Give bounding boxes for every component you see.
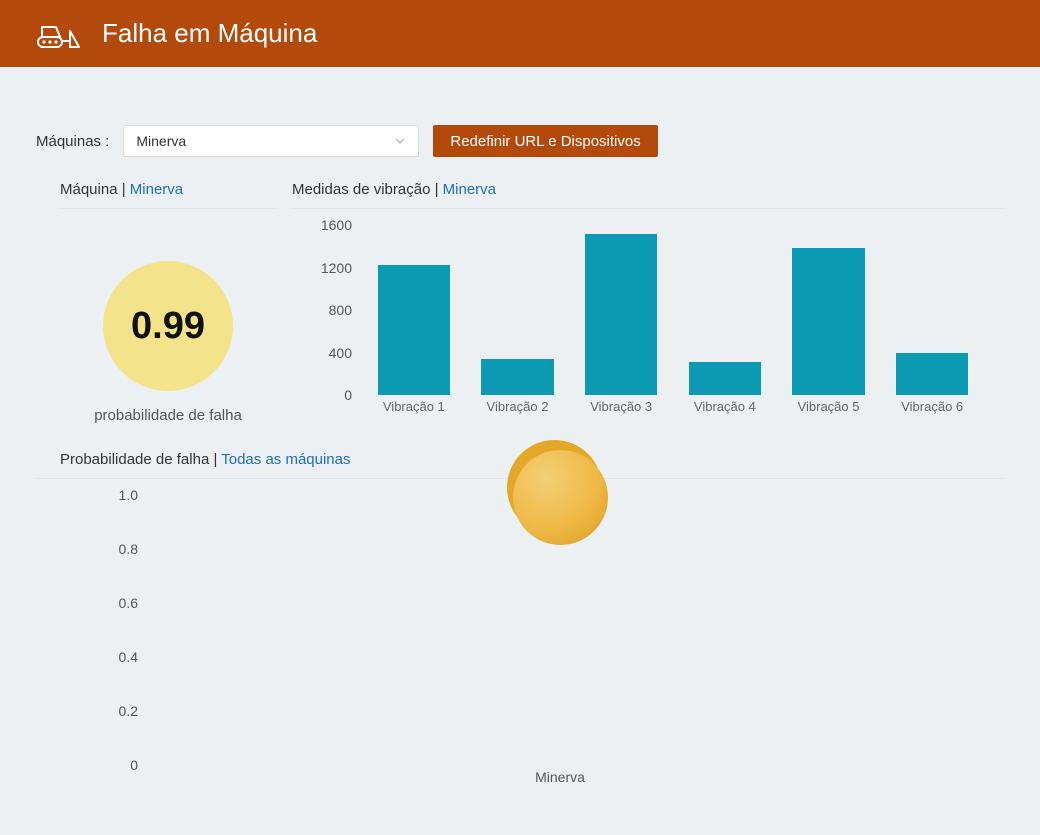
bubble-ytick: 0.4: [119, 649, 138, 665]
vibration-panel-title: Medidas de vibração | Minerva: [292, 181, 1004, 198]
bar-xlabel: Vibração 1: [362, 399, 466, 425]
failure-probability-caption: probabilidade de falha: [94, 407, 242, 424]
bar: [792, 248, 865, 395]
bar: [896, 353, 969, 396]
bar-slot: [777, 225, 881, 395]
bar-xlabel: Vibração 3: [569, 399, 673, 425]
machine-panel-title-accent: Minerva: [130, 181, 183, 198]
machines-select[interactable]: Minerva: [123, 125, 419, 157]
bar-xlabel: Vibração 6: [880, 399, 984, 425]
bar-ytick: 0: [344, 387, 352, 403]
filter-bar: Máquinas : Minerva Redefinir URL e Dispo…: [36, 125, 1004, 157]
bubble-xlabel: Minerva: [156, 769, 964, 795]
failure-probability-value: 0.99: [131, 305, 205, 348]
bar: [481, 359, 554, 395]
vibration-panel: Medidas de vibração | Minerva 0 400 800 120…: [292, 181, 1004, 425]
bar-slot: [466, 225, 570, 395]
chevron-down-icon: [394, 135, 406, 147]
bubble-point: [513, 450, 608, 545]
vibration-panel-title-prefix: Medidas de vibração |: [292, 181, 443, 198]
bar-slot: [880, 225, 984, 395]
bar-ytick: 1200: [321, 260, 352, 276]
machine-panel-title-prefix: Máquina |: [60, 181, 130, 198]
page-title: Falha em Máquina: [102, 18, 317, 49]
bar-slot: [362, 225, 466, 395]
bubble-ytick: 1.0: [119, 487, 138, 503]
bar-slot: [673, 225, 777, 395]
machines-select-value: Minerva: [136, 133, 186, 149]
all-machines-panel: Probabilidade de falha | Todas as máquin…: [36, 451, 1004, 795]
machines-label: Máquinas :: [36, 133, 109, 150]
bar-xlabel: Vibração 5: [777, 399, 881, 425]
all-machines-title-prefix: Probabilidade de falha |: [60, 451, 221, 468]
bubble-ytick: 0.2: [119, 703, 138, 719]
bar: [378, 265, 451, 395]
bar: [689, 362, 762, 395]
bar-ytick: 1600: [321, 217, 352, 233]
all-machines-bubble-chart: 00.20.40.60.81.0 Minerva: [36, 495, 1004, 795]
app-header: Falha em Máquina: [0, 0, 1040, 67]
bar-ytick: 400: [329, 345, 352, 361]
bar-xlabel: Vibração 2: [466, 399, 570, 425]
vibration-bar-chart: 040080012001600 Vibração 1Vibração 2Vibr…: [292, 225, 1004, 425]
bubble-ytick: 0.8: [119, 541, 138, 557]
machine-panel-title: Máquina | Minerva: [60, 181, 276, 198]
all-machines-title-accent: Todas as máquinas: [221, 451, 350, 468]
bar-xlabel: Vibração 4: [673, 399, 777, 425]
failure-probability-gauge: 0.99: [103, 261, 233, 391]
bar-slot: [569, 225, 673, 395]
bulldozer-icon: [36, 17, 80, 51]
vibration-panel-title-accent: Minerva: [443, 181, 496, 198]
reset-url-devices-button[interactable]: Redefinir URL e Dispositivos: [433, 125, 657, 157]
machine-panel: Máquina | Minerva 0.99 probabilidade de …: [36, 181, 276, 424]
bubble-ytick: 0.6: [119, 595, 138, 611]
bar-ytick: 800: [329, 302, 352, 318]
bubble-ytick: 0: [130, 757, 138, 773]
bar: [585, 234, 658, 396]
